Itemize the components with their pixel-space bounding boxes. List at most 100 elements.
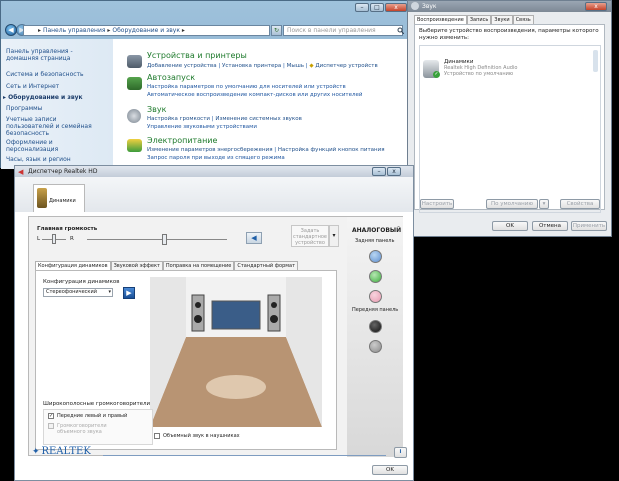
category-title-sound[interactable]: Звук <box>147 105 166 114</box>
tab-recording[interactable]: Запись <box>466 15 492 24</box>
list-item[interactable]: ✓ Динамики Realtek High Definition Audio… <box>422 58 594 80</box>
speaker-room-illustration <box>150 277 322 427</box>
address-part[interactable]: Панель управления <box>43 27 106 34</box>
set-default-button[interactable]: По умолчанию <box>486 199 538 209</box>
ok-button[interactable]: OK <box>492 221 528 231</box>
right-tweeter-icon <box>271 302 277 308</box>
sidebar-item-network[interactable]: Сеть и Интернет <box>6 83 59 90</box>
link[interactable]: Изменение параметров энергосбережения <box>147 147 273 153</box>
sidebar: Панель управления - домашняя страница Си… <box>1 39 113 169</box>
brand-divider <box>103 455 386 456</box>
set-default-dropdown[interactable]: ▾ <box>539 199 549 209</box>
tab-room-correction[interactable]: Поправка на помещение <box>162 261 235 270</box>
sidebar-item-hardware[interactable]: ▸ Оборудование и звук <box>3 94 83 101</box>
link[interactable]: Настройка параметров по умолчанию для но… <box>147 84 346 90</box>
link[interactable]: Изменение системных звуков <box>215 116 302 122</box>
link[interactable]: Настройка функций кнопок питания <box>278 147 385 153</box>
tab-label: Динамики <box>49 198 76 204</box>
set-default-device-button[interactable]: Задать стандартное устройство <box>291 225 329 247</box>
link[interactable]: Управление звуковыми устройствами <box>147 124 257 130</box>
link[interactable]: Настройка громкости <box>147 116 210 122</box>
link[interactable]: Установка принтера <box>222 63 281 69</box>
link[interactable]: Автоматическое воспроизведение компакт-д… <box>147 92 362 98</box>
crab-logo-icon: ✦ <box>32 447 40 457</box>
search-icon[interactable] <box>397 27 405 36</box>
instruction-text: Выберите устройство воспроизведения, пар… <box>419 28 599 41</box>
cancel-button[interactable]: Отмена <box>532 221 568 231</box>
front-lr-label: Передние левый и правый <box>57 413 128 419</box>
properties-button[interactable]: Свойства <box>560 199 600 209</box>
left-speaker-icon <box>191 294 205 332</box>
sidebar-item-appearance[interactable]: Оформление и персонализация <box>6 139 96 153</box>
jack-blue[interactable] <box>369 250 382 263</box>
address-part[interactable]: Оборудование и звук <box>112 27 180 34</box>
dialog-title: Звук <box>422 3 437 10</box>
left-tweeter-icon <box>195 302 201 308</box>
search-input[interactable]: Поиск в панели управления <box>283 25 403 36</box>
configure-button[interactable]: Настроить <box>420 199 454 209</box>
tab-sounds[interactable]: Звуки <box>491 15 513 24</box>
front-lr-checkbox[interactable]: ✓ <box>48 413 54 419</box>
tab-panel: Конфигурация динамиков Стереофонический … <box>35 270 337 450</box>
listener-spot <box>206 375 266 399</box>
category-title-autoplay[interactable]: Автозапуск <box>147 73 195 82</box>
maximize-button[interactable]: □ <box>370 3 384 12</box>
sidebar-item-programs[interactable]: Программы <box>6 105 42 112</box>
tab-panel: Выберите устройство воспроизведения, пар… <box>414 24 605 213</box>
jack-green[interactable] <box>369 270 382 283</box>
realtek-logo: ✦ REALTEK <box>32 446 91 457</box>
control-panel-content: Панель управления - домашняя страница Си… <box>1 39 413 169</box>
scrollbar[interactable] <box>593 50 598 72</box>
virtual-surround-label: Объемный звук в наушниках <box>163 433 240 439</box>
fullrange-label: Широкополосные громкоговорители <box>43 401 151 407</box>
sound-dialog: Звук x Воспроизведение Запись Звуки Связ… <box>407 0 612 237</box>
sidebar-item-clock[interactable]: Часы, язык и регион <box>6 156 71 163</box>
apply-button[interactable]: Применить <box>571 221 607 231</box>
analog-panel: АНАЛОГОВЫЙ Задняя панель Передняя панель <box>347 217 403 457</box>
virtual-surround-checkbox[interactable] <box>154 433 160 439</box>
category-title-power[interactable]: Электропитание <box>147 136 217 145</box>
address-bar[interactable]: ▸ Панель управления ▸ Оборудование и зву… <box>23 25 270 36</box>
speaker-config-value: Стереофонический <box>46 289 97 295</box>
tab-communications[interactable]: Связь <box>512 15 534 24</box>
category-links-devices: Добавление устройства | Установка принте… <box>147 63 378 69</box>
link[interactable]: Запрос пароля при выходе из спящего режи… <box>147 155 285 161</box>
ok-button[interactable]: OK <box>372 465 408 475</box>
link[interactable]: Мышь <box>287 63 304 69</box>
address-part: ▸ <box>107 27 111 34</box>
minimize-button[interactable]: – <box>355 3 369 12</box>
sidebar-item-accounts[interactable]: Учетные записи пользователей и семейная … <box>6 116 106 137</box>
autoplay-icon <box>127 77 142 90</box>
tab-default-format[interactable]: Стандартный формат <box>234 261 299 270</box>
device-list[interactable]: ✓ Динамики Realtek High Definition Audio… <box>419 45 601 213</box>
info-button[interactable]: i <box>394 447 407 458</box>
tab-speakers[interactable]: Динамики <box>33 184 85 212</box>
close-button[interactable]: x <box>387 167 401 176</box>
speaker-icon <box>411 2 419 10</box>
volume-track <box>87 239 227 240</box>
link[interactable]: Диспетчер устройств <box>315 63 377 69</box>
chevron-down-icon: ▾ <box>108 289 111 295</box>
volume-label: Главная громкость <box>37 226 98 232</box>
balance-slider[interactable] <box>52 234 56 244</box>
set-default-dropdown[interactable]: ▾ <box>329 225 339 247</box>
minimize-button[interactable]: – <box>372 167 386 176</box>
close-button[interactable]: x <box>585 2 607 11</box>
close-button[interactable]: x <box>385 3 407 12</box>
jack-gray[interactable] <box>369 340 382 353</box>
volume-slider[interactable] <box>162 234 167 245</box>
sidebar-item-system[interactable]: Система и безопасность <box>6 71 84 78</box>
surround-checkbox[interactable] <box>48 423 54 429</box>
realtek-icon: ◀ <box>18 168 24 176</box>
mute-button[interactable]: ◀ <box>246 232 262 244</box>
jack-black[interactable] <box>369 320 382 333</box>
jack-pink[interactable] <box>369 290 382 303</box>
refresh-button[interactable]: ↻ <box>271 25 282 36</box>
speaker-icon <box>127 109 141 123</box>
speaker-config-select[interactable]: Стереофонический ▾ <box>43 288 113 297</box>
tab-sound-effects[interactable]: Звуковой эффект <box>110 261 163 270</box>
link[interactable]: Добавление устройства <box>147 63 217 69</box>
category-title-devices[interactable]: Устройства и принтеры <box>147 51 247 60</box>
sidebar-item-home[interactable]: Панель управления - домашняя страница <box>6 48 106 62</box>
play-test-button[interactable]: ▶ <box>123 287 135 299</box>
